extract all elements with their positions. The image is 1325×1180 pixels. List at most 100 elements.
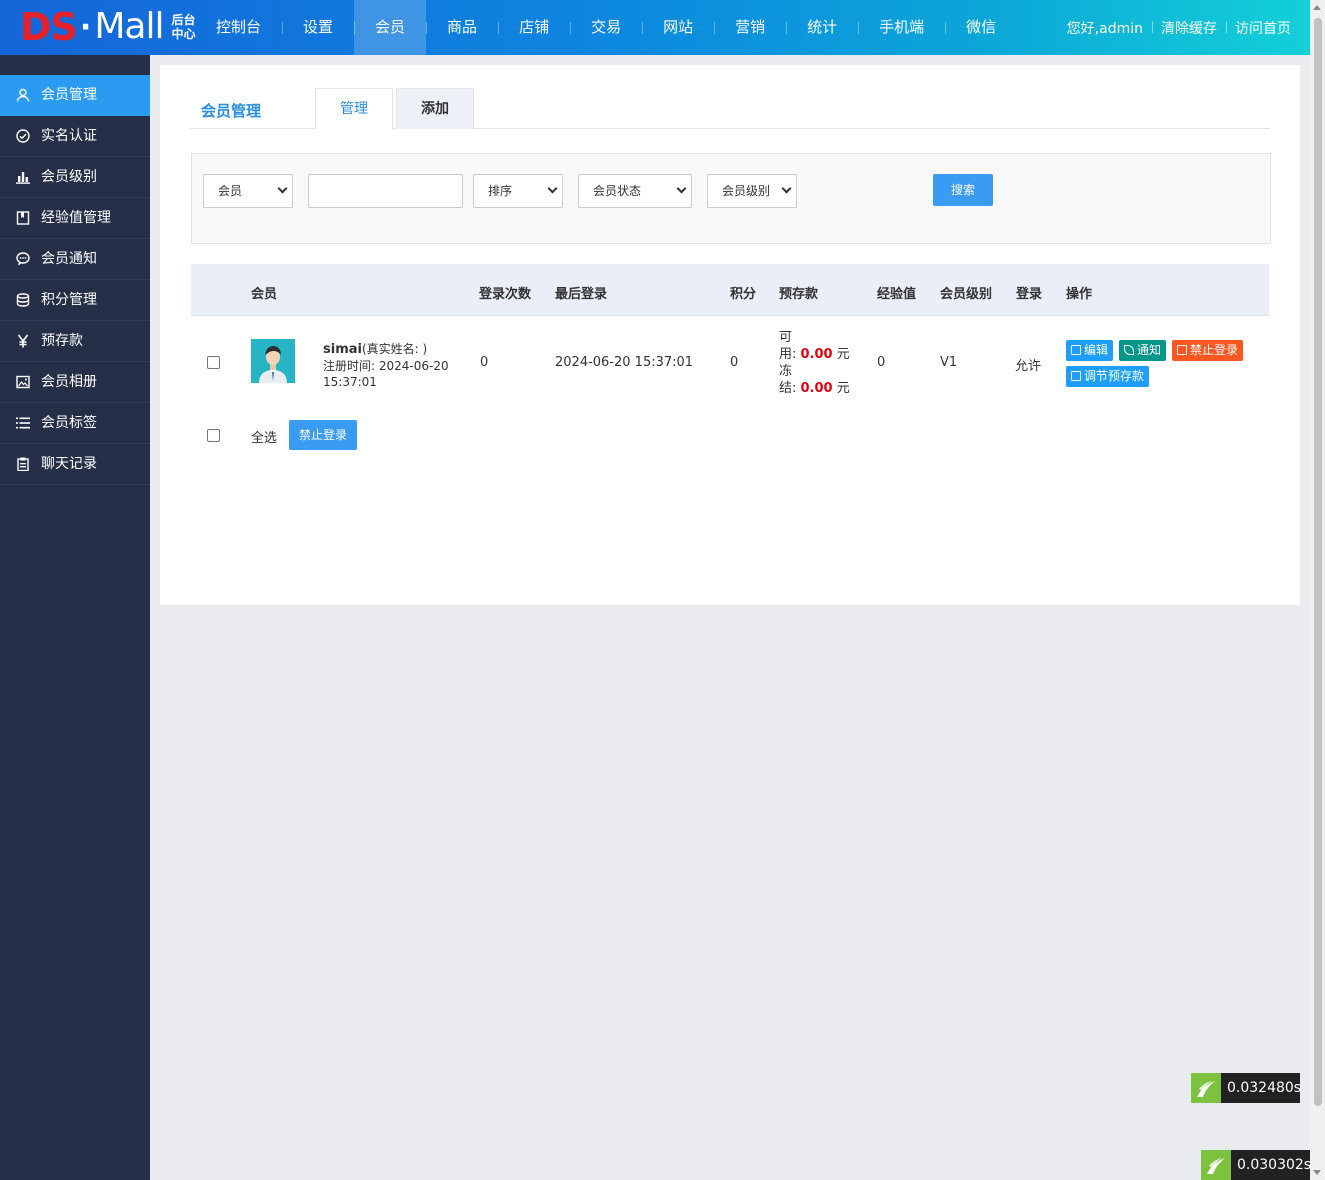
col-member: 会员 — [251, 287, 278, 302]
adjust-deposit-label: 调节预存款 — [1084, 369, 1145, 383]
member-field-select[interactable]: 会员 — [203, 174, 293, 208]
table-row: simai(真实姓名: ) 注册时间: 2024-06-20 15:37:01 … — [191, 317, 1269, 407]
sidebar-item-exp-management[interactable]: 经验值管理 — [0, 198, 150, 239]
last-login: 2024-06-20 15:37:01 — [555, 355, 694, 370]
deposit-info: 可 用: 0.00 元 冻 结: 0.00 元 — [779, 329, 859, 397]
list-icon — [16, 417, 30, 429]
nav-website[interactable]: 网站 — [642, 0, 714, 55]
tab-add[interactable]: 添加 — [396, 88, 474, 129]
notify-button[interactable]: 通知 — [1119, 340, 1167, 361]
col-level: 会员级别 — [940, 287, 993, 302]
sidebar-item-deposit[interactable]: 预存款 — [0, 321, 150, 362]
col-login: 登录 — [1016, 287, 1043, 302]
row-checkbox[interactable] — [207, 356, 220, 369]
col-deposit: 预存款 — [779, 287, 819, 302]
search-form: 会员 排序 会员状态 会员级别 搜索 — [191, 153, 1271, 244]
avatar-image — [251, 339, 295, 383]
timer-value: 0.030302s — [1237, 1157, 1312, 1173]
col-login-count: 登录次数 — [479, 287, 532, 302]
sidebar-item-label: 聊天记录 — [41, 456, 97, 472]
visit-home-link[interactable]: 访问首页 — [1226, 18, 1300, 38]
sidebar-item-album[interactable]: 会员相册 — [0, 362, 150, 403]
edit-button[interactable]: 编辑 — [1066, 340, 1114, 361]
sidebar-item-points[interactable]: 积分管理 — [0, 280, 150, 321]
member-info: simai(真实姓名: ) 注册时间: 2024-06-20 15:37:01 — [323, 341, 458, 390]
select-value: 会员 — [218, 184, 243, 198]
top-bar: DS · Mall 后台中心 控制台 设置 会员 商品 店铺 交易 网站 营销 … — [0, 0, 1310, 55]
exp-value: 0 — [877, 355, 886, 370]
scroll-thumb[interactable] — [1314, 18, 1322, 1106]
search-button[interactable]: 搜索 — [933, 174, 993, 206]
avail-label-2: 用: — [779, 347, 801, 362]
col-points: 积分 — [730, 287, 757, 302]
sidebar-item-label: 会员通知 — [41, 251, 97, 267]
frozen-value: 0.00 — [800, 381, 833, 396]
message-icon — [16, 252, 30, 266]
nav-stats[interactable]: 统计 — [786, 0, 858, 55]
batch-ban-button[interactable]: 禁止登录 — [289, 420, 357, 450]
image-icon — [16, 375, 30, 389]
select-all-checkbox[interactable] — [207, 429, 220, 442]
select-value: 排序 — [488, 184, 513, 198]
sidebar-item-member-notice[interactable]: 会员通知 — [0, 239, 150, 280]
tab-manage[interactable]: 管理 — [315, 88, 393, 130]
nav-dashboard[interactable]: 控制台 — [195, 0, 282, 55]
member-status-select[interactable]: 会员状态 — [578, 174, 692, 208]
table-footer: 全选 禁止登录 — [191, 420, 1269, 450]
nav-goods[interactable]: 商品 — [426, 0, 498, 55]
member-level-select[interactable]: 会员级别 — [707, 174, 797, 208]
avatar — [251, 339, 295, 383]
chevron-down-icon — [781, 183, 792, 194]
nav-store[interactable]: 店铺 — [498, 0, 570, 55]
sidebar-item-realname-auth[interactable]: 实名认证 — [0, 116, 150, 157]
login-count: 0 — [480, 355, 489, 370]
page-scrollbar[interactable] — [1310, 0, 1325, 1180]
trash-icon — [1177, 345, 1187, 355]
login-status: 允许 — [1015, 359, 1042, 374]
adjust-deposit-button[interactable]: 调节预存款 — [1066, 366, 1150, 387]
sidebar-item-label: 经验值管理 — [41, 210, 111, 226]
frozen-label-1: 冻 — [779, 364, 793, 379]
clear-cache-link[interactable]: 清除缓存 — [1152, 18, 1226, 38]
nav-marketing[interactable]: 营销 — [714, 0, 786, 55]
scroll-up-icon[interactable] — [1313, 5, 1321, 10]
sidebar-item-label: 会员标签 — [41, 415, 97, 431]
leaf-icon — [1201, 1150, 1231, 1180]
sidebar-item-label: 积分管理 — [41, 292, 97, 308]
logo[interactable]: DS · Mall 后台中心 — [20, 6, 199, 48]
sidebar-item-member-level[interactable]: 会员级别 — [0, 157, 150, 198]
ban-login-label: 禁止登录 — [1190, 343, 1239, 357]
nav-members[interactable]: 会员 — [354, 0, 427, 55]
nav-settings[interactable]: 设置 — [282, 0, 354, 55]
select-all-label[interactable]: 全选 — [251, 427, 277, 446]
frozen-label-2: 结: — [779, 381, 801, 396]
yen-icon — [17, 334, 29, 348]
nav-trade[interactable]: 交易 — [570, 0, 642, 55]
clipboard-icon — [17, 457, 29, 471]
timer-badge: 0.032480s — [1191, 1073, 1302, 1103]
ban-login-button[interactable]: 禁止登录 — [1172, 340, 1244, 361]
scroll-down-icon[interactable] — [1313, 1170, 1321, 1175]
top-right-links: 您好,admin 清除缓存 访问首页 — [1058, 0, 1300, 55]
check-circle-icon — [16, 129, 30, 143]
keyword-input[interactable] — [308, 174, 463, 208]
user-icon — [16, 88, 30, 102]
col-actions: 操作 — [1066, 287, 1093, 302]
points: 0 — [730, 355, 739, 370]
nav-mobile[interactable]: 手机端 — [858, 0, 945, 55]
member-username[interactable]: simai — [323, 342, 362, 357]
sidebar-item-member-management[interactable]: 会员管理 — [0, 75, 150, 116]
sidebar-item-tags[interactable]: 会员标签 — [0, 403, 150, 444]
edit-label: 编辑 — [1084, 343, 1109, 357]
currency: 元 — [836, 381, 850, 396]
sort-select[interactable]: 排序 — [473, 174, 563, 208]
chevron-down-icon — [676, 183, 687, 194]
sidebar-item-chat-log[interactable]: 聊天记录 — [0, 444, 150, 485]
timer-value: 0.032480s — [1227, 1080, 1302, 1096]
sidebar-item-label: 会员级别 — [41, 169, 97, 185]
greeting-admin[interactable]: 您好,admin — [1058, 18, 1152, 38]
tab-bar: 会员管理 管理 添加 — [190, 88, 1270, 130]
nav-wechat[interactable]: 微信 — [945, 0, 1017, 55]
content-panel: 会员管理 管理 添加 会员 排序 会员状态 会员级别 搜索 会员 登录次数 最后… — [160, 65, 1300, 605]
member-reg-date: 注册时间: 2024-06-20 — [323, 359, 449, 373]
